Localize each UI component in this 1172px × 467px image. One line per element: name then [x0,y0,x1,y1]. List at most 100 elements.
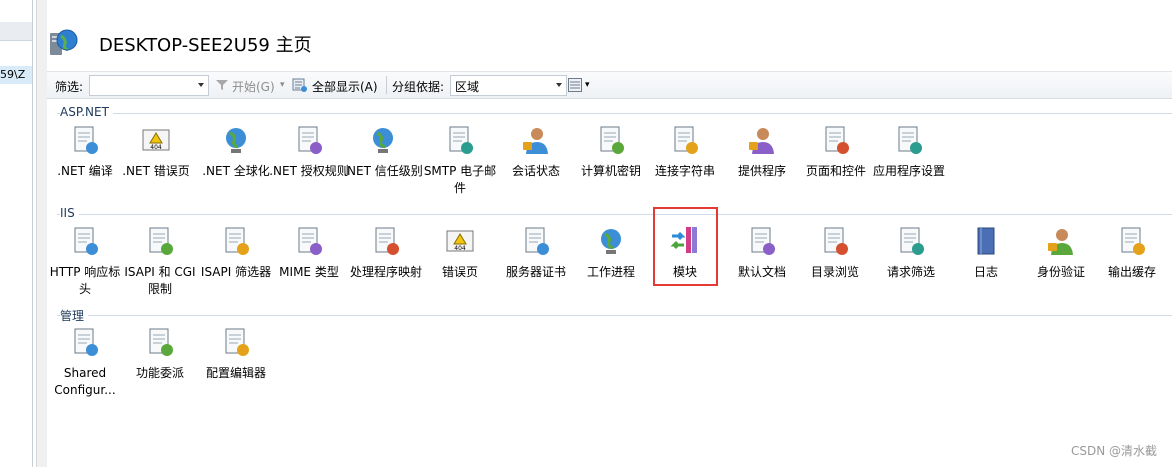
show-all-button[interactable]: 全部显示(A) [312,78,378,95]
feature-label: Shared Configur... [54,366,116,397]
feature-item-shared-configuration[interactable]: Shared Configur... [45,326,125,399]
feature-label: .NET 信任级别 [343,164,423,178]
isapi-filters-icon [220,225,252,257]
feature-item-default-document[interactable]: 默认文档 [722,225,802,281]
section-label: IIS [60,206,79,220]
toolbar-separator [386,76,387,94]
error-pages-icon: 404 [444,225,476,257]
section-label: 管理 [60,307,89,324]
feature-delegation-icon [144,326,176,358]
feature-item-logging[interactable]: 日志 [946,225,1026,281]
feature-item-isapi-filters[interactable]: ISAPI 筛选器 [196,225,276,281]
net-compilation-icon [69,124,101,156]
group-by-value: 区域 [455,80,480,94]
feature-label: 处理程序映射 [349,265,422,279]
section-asp-net: ASP.NET [57,105,1172,119]
application-settings-icon [893,124,925,156]
feature-label: .NET 编译 [57,164,113,178]
default-document-icon [746,225,778,257]
feature-label: ISAPI 和 CGI 限制 [124,265,196,296]
view-mode-icon[interactable] [568,78,582,92]
svg-text:404: 404 [454,245,466,252]
feature-item-http-response-headers[interactable]: HTTP 响应标头 [45,225,125,298]
tree-toolbar [0,22,32,41]
section-iis: IIS [57,206,1172,220]
feature-item-application-settings[interactable]: 应用程序设置 [869,124,949,180]
feature-item-net-globalization[interactable]: .NET 全球化 [196,124,276,180]
feature-label: 目录浏览 [810,265,859,279]
logging-icon [970,225,1002,257]
feature-label: 会话状态 [511,164,560,178]
feature-label: 工作进程 [586,265,635,279]
watermark: CSDN @清水截 [1070,444,1157,458]
feature-item-worker-processes[interactable]: 工作进程 [571,225,651,281]
feature-label: 功能委派 [135,366,184,380]
feature-item-directory-browsing[interactable]: 目录浏览 [795,225,875,281]
feature-item-connection-strings[interactable]: 连接字符串 [645,124,725,180]
directory-browsing-icon [819,225,851,257]
feature-label: 错误页 [441,265,478,279]
feature-item-smtp-email[interactable]: SMTP 电子邮件 [420,124,500,197]
feature-label: 输出缓存 [1107,265,1156,279]
feature-label: 页面和控件 [805,164,866,178]
feature-item-session-state[interactable]: 会话状态 [496,124,576,180]
start-button[interactable]: 开始(G) [232,78,275,95]
connection-strings-icon [669,124,701,156]
feature-item-authentication[interactable]: 身份验证 [1021,225,1101,281]
feature-label: 连接字符串 [654,164,715,178]
filter-combobox[interactable] [89,75,209,96]
tree-selected-node[interactable]: 59\Z [0,66,32,84]
group-by-select[interactable]: 区域 [450,75,567,96]
feature-label: ISAPI 筛选器 [200,265,272,279]
feature-item-feature-delegation[interactable]: 功能委派 [120,326,200,382]
isapi-cgi-restrictions-icon [144,225,176,257]
feature-item-output-caching[interactable]: 输出缓存 [1092,225,1172,281]
start-dropdown-arrow-icon[interactable]: ▾ [280,80,285,90]
section-divider [57,315,1172,316]
funnel-icon [216,80,228,90]
feature-label: 身份验证 [1036,265,1085,279]
modules-highlight-box [653,207,718,286]
feature-item-pages-and-controls[interactable]: 页面和控件 [796,124,876,180]
feature-label: .NET 授权规则 [269,164,349,178]
show-all-icon [292,78,307,92]
home-page-pane: DESKTOP-SEE2U59 主页 筛选: 开始(G) ▾ 全部显示(A) 分… [47,0,1172,467]
feature-item-mime-types[interactable]: MIME 类型 [269,225,349,281]
configuration-editor-icon [220,326,252,358]
view-mode-dropdown-icon[interactable]: ▾ [585,80,590,90]
feature-item-request-filtering[interactable]: 请求筛选 [871,225,951,281]
feature-item-machine-key[interactable]: 计算机密钥 [571,124,651,180]
feature-item-net-compilation[interactable]: .NET 编译 [45,124,125,180]
filter-label: 筛选: [55,80,84,94]
server-certificates-icon [520,225,552,257]
feature-item-net-trust-levels[interactable]: .NET 信任级别 [343,124,423,180]
net-globalization-icon [220,124,252,156]
connections-tree-pane[interactable]: 59\Z [0,0,33,467]
feature-item-net-authorization-rules[interactable]: .NET 授权规则 [269,124,349,180]
filter-toolbar: 筛选: 开始(G) ▾ 全部显示(A) 分组依据: 区域 ▾ [47,71,1172,99]
feature-label: 默认文档 [737,265,786,279]
svg-text:404: 404 [150,144,162,151]
feature-label: 提供程序 [737,164,786,178]
feature-label: .NET 错误页 [122,164,190,178]
providers-icon [746,124,778,156]
section-management: 管理 [57,307,1172,324]
feature-label: HTTP 响应标头 [49,265,121,296]
server-globe-icon [50,29,78,55]
feature-label: 计算机密钥 [580,164,641,178]
feature-item-configuration-editor[interactable]: 配置编辑器 [196,326,276,382]
request-filtering-icon [895,225,927,257]
http-response-headers-icon [69,225,101,257]
smtp-email-icon [444,124,476,156]
feature-item-handler-mappings[interactable]: 处理程序映射 [346,225,426,281]
feature-item-providers[interactable]: 提供程序 [722,124,802,180]
page-title: DESKTOP-SEE2U59 主页 [99,35,312,56]
feature-item-isapi-cgi-restrictions[interactable]: ISAPI 和 CGI 限制 [120,225,200,298]
mime-types-icon [293,225,325,257]
worker-processes-icon [595,225,627,257]
feature-item-server-certificates[interactable]: 服务器证书 [496,225,576,281]
feature-item-error-pages[interactable]: 404 错误页 [420,225,500,281]
session-state-icon [520,124,552,156]
chevron-down-icon [198,83,204,87]
feature-item-net-error-pages[interactable]: 404 .NET 错误页 [116,124,196,180]
